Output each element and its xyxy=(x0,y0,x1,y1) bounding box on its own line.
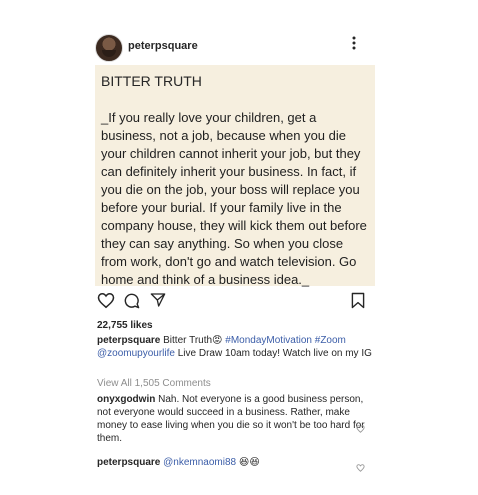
post-header: peterpsquare xyxy=(95,34,370,62)
comment-username[interactable]: onyxgodwin xyxy=(97,394,155,405)
comment: onyxgodwin Nah. Not everyone is a good b… xyxy=(97,393,372,445)
comment: peterpsquare @nkemnaomi88 😆😆 xyxy=(97,457,260,468)
post-body: _If you really love your children, get a… xyxy=(101,110,367,287)
comment-mention[interactable]: @nkemnaomi88 xyxy=(160,457,236,468)
caption-text-after: Live Draw 10am today! Watch live on my I… xyxy=(174,348,372,359)
caption-hashtags[interactable]: #MondayMotivation #Zoom xyxy=(222,335,346,346)
caption-mention[interactable]: @zoomupyourlife xyxy=(97,348,175,359)
action-bar xyxy=(95,292,375,314)
view-all-comments-link[interactable]: View All 1,505 Comments xyxy=(97,378,211,389)
post-image: BITTER TRUTH _If you really love your ch… xyxy=(95,65,375,287)
comment-like-icon[interactable] xyxy=(356,420,365,438)
angry-emoji-icon: 😡 xyxy=(212,335,223,346)
caption: peterpsquare Bitter Truth😡 #MondayMotiva… xyxy=(97,334,382,360)
avatar[interactable] xyxy=(95,34,123,62)
username[interactable]: peterpsquare xyxy=(128,40,198,52)
comment-icon[interactable] xyxy=(123,292,140,314)
post-title: BITTER TRUTH xyxy=(101,73,202,89)
caption-text: Bitter Truth xyxy=(160,335,213,346)
like-count[interactable]: 22,755 likes xyxy=(97,320,153,331)
bookmark-icon[interactable] xyxy=(351,292,365,314)
laughing-emoji-icon: 😆😆 xyxy=(236,457,260,468)
more-options-icon[interactable] xyxy=(350,36,358,50)
comment-like-icon[interactable] xyxy=(356,459,365,477)
caption-username[interactable]: peterpsquare xyxy=(97,335,160,346)
heart-icon[interactable] xyxy=(97,292,115,314)
comment-username[interactable]: peterpsquare xyxy=(97,457,160,468)
share-icon[interactable] xyxy=(150,292,166,313)
